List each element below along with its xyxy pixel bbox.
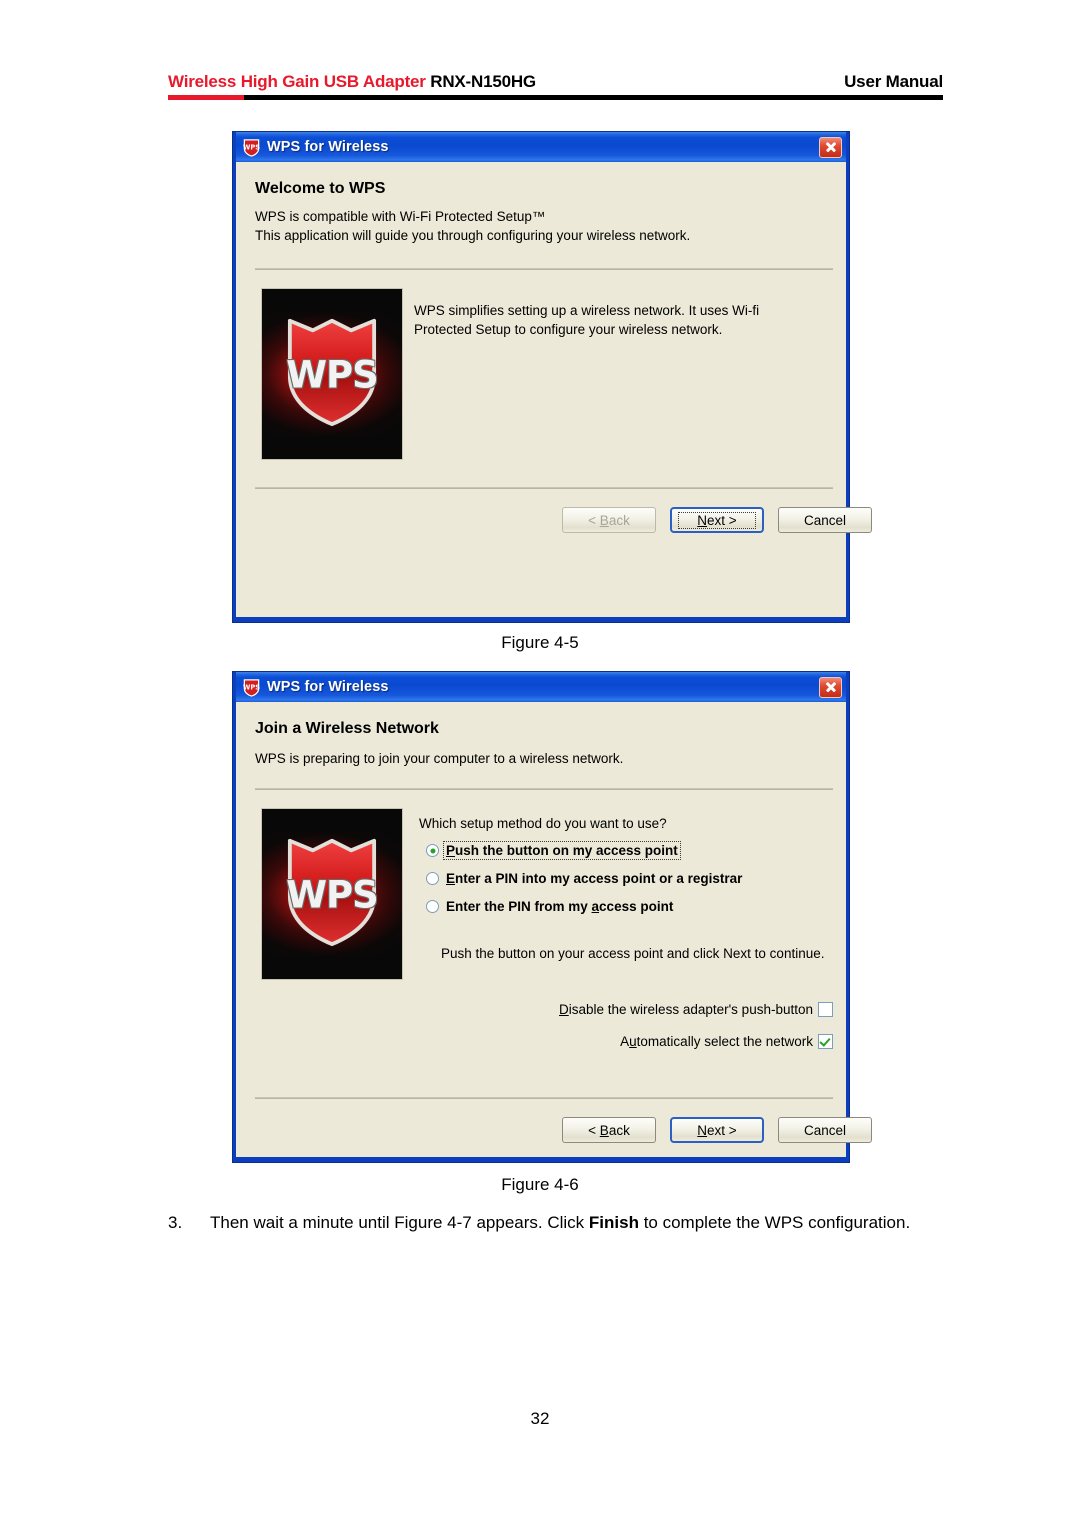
setup-method-hint: Push the button on your access point and…: [441, 946, 825, 961]
dialog2-title: WPS for Wireless: [267, 679, 389, 695]
dialog2-heading: Join a Wireless Network: [255, 720, 439, 737]
svg-text:WPS: WPS: [243, 683, 260, 691]
figure-4-5-caption: Figure 4-5: [501, 633, 579, 652]
step-3-text-part2: to complete the WPS configuration.: [638, 1213, 911, 1232]
step-3-number: 3.: [168, 1213, 183, 1232]
checkbox-auto-select-network-label: Automatically select the network: [620, 1034, 813, 1049]
cancel-button[interactable]: Cancel: [778, 507, 872, 533]
dialog1-button-row: < Back Next > Cancel: [562, 507, 872, 533]
back-button[interactable]: < Back: [562, 1117, 656, 1143]
cancel-button-label: Cancel: [803, 512, 847, 528]
radio-indicator: [426, 844, 439, 857]
wps-join-network-dialog: WPS WPS for Wireless Join a Wireless Net…: [232, 671, 872, 1163]
header-doc-type: User Manual: [844, 72, 943, 91]
dialog1-body: Welcome to WPS WPS is compatible with Wi…: [236, 162, 872, 617]
dialog2-separator-top: [255, 788, 833, 790]
wps-logo-text: WPS: [286, 353, 379, 397]
wps-shield-icon: WPS: [242, 678, 261, 697]
header-title-product: Wireless High Gain USB Adapter: [168, 72, 426, 91]
close-icon[interactable]: [819, 676, 842, 698]
dialog2-separator-bottom: [255, 1097, 833, 1099]
header-title: Wireless High Gain USB Adapter RNX-N150H…: [168, 72, 536, 92]
next-button[interactable]: Next >: [670, 1117, 764, 1143]
dialog1-heading: Welcome to WPS: [255, 180, 386, 197]
dialog1-subtext: WPS is compatible with Wi-Fi Protected S…: [255, 209, 691, 243]
dialog1-titlebar[interactable]: WPS WPS for Wireless: [236, 132, 846, 162]
next-button-label: Next >: [697, 1122, 737, 1138]
dialog2-body: Join a Wireless Network WPS is preparing…: [236, 702, 872, 1157]
close-icon[interactable]: [819, 136, 842, 158]
dialog2-subtext: WPS is preparing to join your computer t…: [255, 751, 624, 766]
radio-enter-pin-from-ap-label: Enter the PIN from my access point: [446, 899, 674, 914]
dialog2-titlebar[interactable]: WPS WPS for Wireless: [236, 672, 846, 702]
checkbox-indicator: [818, 1002, 833, 1017]
dialog1-separator-bottom: [255, 487, 833, 489]
cancel-button-label: Cancel: [803, 1122, 847, 1138]
radio-enter-pin-into-ap[interactable]: Enter a PIN into my access point or a re…: [426, 870, 744, 887]
dialog2-button-row: < Back Next > Cancel: [562, 1117, 872, 1143]
radio-push-button-label: Push the button on my access point: [443, 841, 681, 860]
page-header: Wireless High Gain USB Adapter RNX-N150H…: [168, 72, 943, 100]
next-button-label: Next >: [678, 511, 756, 529]
checkbox-indicator: [818, 1034, 833, 1049]
wps-shield-icon: WPS: [242, 138, 261, 157]
wps-logo-image: WPS: [261, 808, 403, 980]
step-3-text: Then wait a minute until Figure 4-7 appe…: [210, 1211, 943, 1236]
checkbox-disable-push-button[interactable]: Disable the wireless adapter's push-butt…: [516, 1002, 833, 1017]
wps-logo-image: WPS: [261, 288, 403, 460]
step-3-text-part1: Then wait a minute until Figure 4-7 appe…: [210, 1213, 589, 1232]
next-button[interactable]: Next >: [670, 507, 764, 533]
back-button-label: < Back: [588, 512, 630, 528]
dialog1-description: WPS simplifies setting up a wireless net…: [414, 303, 760, 337]
page-number: 32: [530, 1409, 550, 1428]
checkbox-auto-select-network[interactable]: Automatically select the network: [516, 1034, 833, 1049]
radio-enter-pin-into-ap-label: Enter a PIN into my access point or a re…: [446, 871, 743, 886]
radio-indicator: [426, 900, 439, 913]
checkbox-disable-push-button-label: Disable the wireless adapter's push-butt…: [559, 1002, 813, 1017]
header-divider: [168, 95, 943, 100]
figure-4-6-caption: Figure 4-6: [501, 1175, 579, 1194]
step-3-finish-emphasis: Finish: [588, 1213, 639, 1232]
wps-logo-text: WPS: [286, 873, 379, 917]
dialog1-separator-top: [255, 268, 833, 270]
header-divider-accent: [168, 95, 244, 100]
radio-push-button[interactable]: Push the button on my access point: [426, 841, 681, 860]
header-row: Wireless High Gain USB Adapter RNX-N150H…: [168, 72, 943, 92]
radio-indicator: [426, 872, 439, 885]
dialog1-title: WPS for Wireless: [267, 139, 389, 155]
back-button-label: < Back: [588, 1122, 630, 1138]
wps-welcome-dialog: WPS WPS for Wireless Welcome to WPS WPS …: [232, 131, 872, 623]
svg-text:WPS: WPS: [243, 143, 260, 151]
radio-enter-pin-from-ap[interactable]: Enter the PIN from my access point: [426, 898, 675, 915]
back-button[interactable]: < Back: [562, 507, 656, 533]
setup-method-question: Which setup method do you want to use?: [419, 816, 667, 831]
step-3-paragraph: 3. Then wait a minute until Figure 4-7 a…: [168, 1211, 943, 1236]
cancel-button[interactable]: Cancel: [778, 1117, 872, 1143]
header-title-model: RNX-N150HG: [425, 72, 536, 91]
